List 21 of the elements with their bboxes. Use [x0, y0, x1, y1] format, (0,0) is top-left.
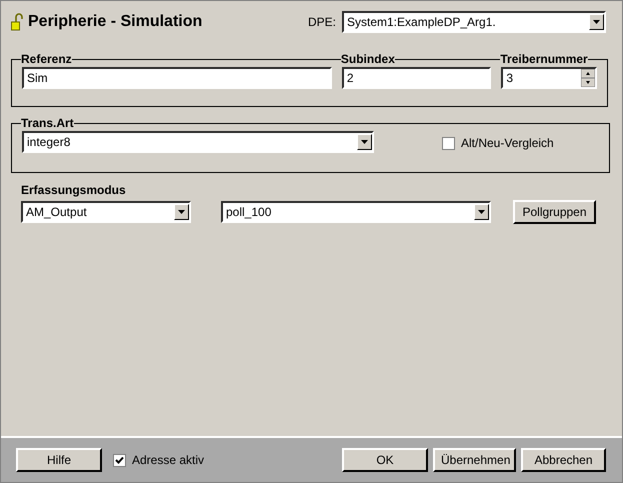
- text-field[interactable]: Sim: [22, 67, 332, 89]
- mode-dropdown[interactable]: AM_Output: [21, 201, 191, 223]
- poll-dropdown[interactable]: poll_100: [221, 201, 491, 223]
- ok-button[interactable]: OK: [342, 448, 428, 472]
- window-title: Peripherie - Simulation: [28, 13, 202, 31]
- help-button[interactable]: Hilfe: [16, 448, 102, 472]
- checkbox[interactable]: [113, 454, 126, 466]
- checkbox-label: Alt/Neu-Vergleich: [461, 136, 554, 150]
- spin-field[interactable]: 3: [501, 67, 598, 89]
- checkbox[interactable]: [442, 136, 455, 150]
- section-label: Erfassungsmodus: [21, 183, 127, 197]
- type-dropdown[interactable]: integer8: [22, 131, 374, 153]
- dpe-label: DPE:: [308, 15, 336, 29]
- pollgruppen-button[interactable]: Pollgruppen: [513, 200, 596, 224]
- apply-button[interactable]: Übernehmen: [433, 448, 516, 472]
- spin-arrows-icon[interactable]: [581, 69, 596, 87]
- cancel-button[interactable]: Abbrechen: [521, 448, 606, 472]
- dpe-dropdown[interactable]: System1:ExampleDP_Arg1.: [342, 11, 606, 33]
- checkbox-label: Adresse aktiv: [132, 453, 204, 467]
- text-field[interactable]: 2: [342, 67, 492, 89]
- padlock-icon: [11, 13, 23, 31]
